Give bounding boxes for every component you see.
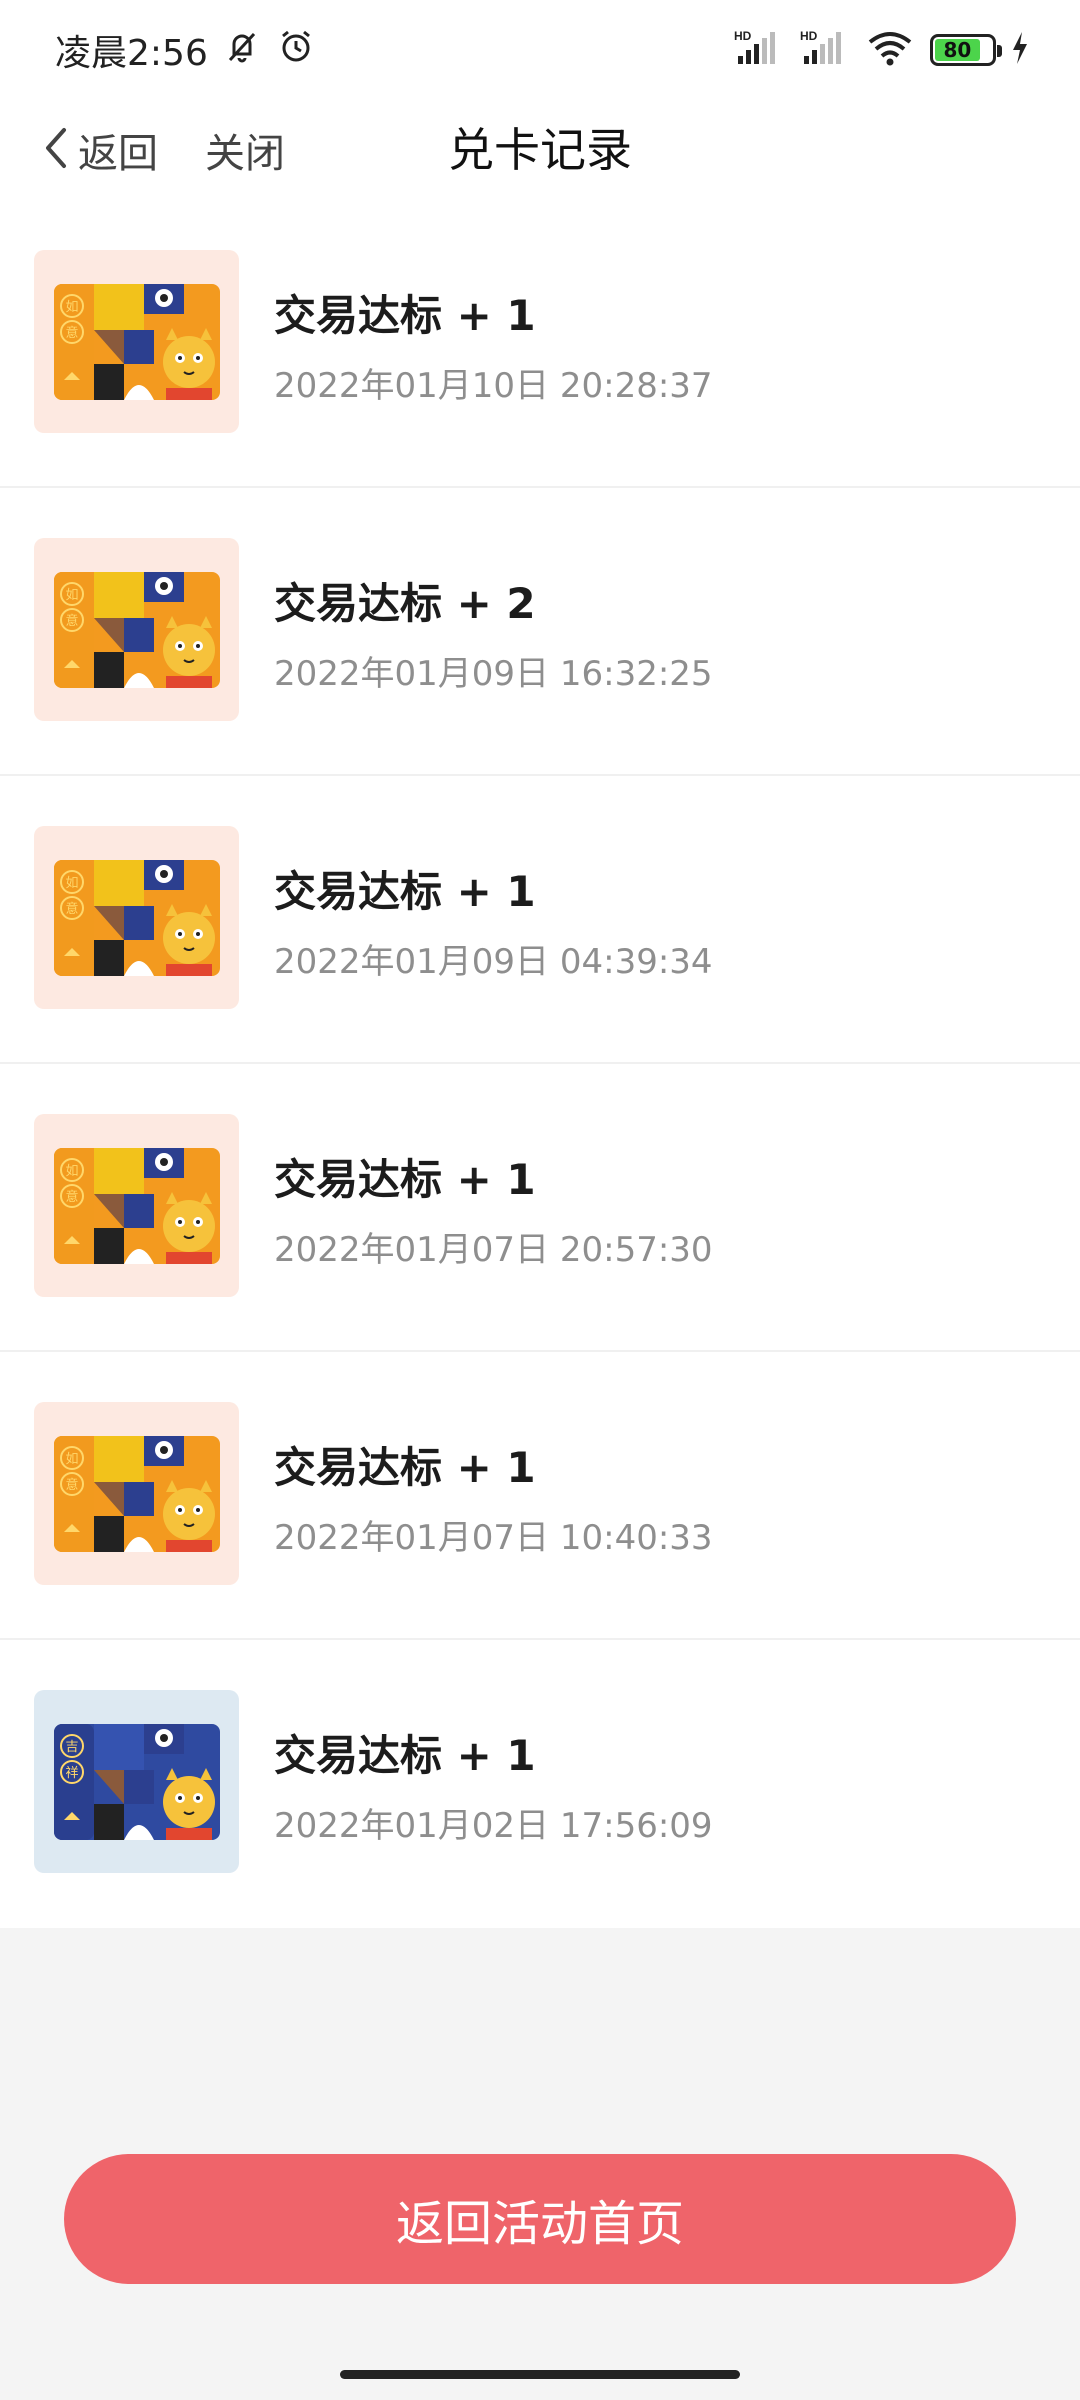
svg-text:意: 意 <box>65 1189 78 1205</box>
home-indicator <box>340 2370 740 2379</box>
svg-text:HD: HD <box>734 29 752 43</box>
status-bar: 凌晨2:56 HD HD 80 <box>0 0 1080 100</box>
record-time: 2022年01月02日 17:56:09 <box>274 1806 713 1846</box>
svg-text:意: 意 <box>65 325 78 341</box>
back-label: 返回 <box>78 131 158 177</box>
card-thumbnail: 如意 <box>34 1114 239 1297</box>
svg-text:如: 如 <box>65 875 78 891</box>
record-time: 2022年01月09日 04:39:34 <box>274 942 713 982</box>
page-title: 兑卡记录 <box>448 123 632 177</box>
svg-text:如: 如 <box>65 299 78 315</box>
chevron-left-icon <box>40 124 70 176</box>
svg-text:如: 如 <box>65 1451 78 1467</box>
mute-icon <box>222 26 262 75</box>
svg-text:意: 意 <box>65 1477 78 1493</box>
record-time: 2022年01月10日 20:28:37 <box>274 366 713 406</box>
svg-text:吉: 吉 <box>65 1740 78 1755</box>
record-item: 如意交易达标 + 1 2022年01月07日 20:57:30 <box>0 1064 1080 1352</box>
svg-text:祥: 祥 <box>65 1766 78 1781</box>
back-button[interactable]: 返回 <box>40 118 158 182</box>
svg-text:如: 如 <box>65 1163 78 1179</box>
record-title: 交易达标 + 1 <box>274 867 536 916</box>
signal-hd-icon: HD <box>800 28 852 72</box>
record-list: 如意交易达标 + 1 2022年01月10日 20:28:37 如意交易达标 + 2… <box>0 200 1080 1928</box>
record-item: 如意交易达标 + 1 2022年01月09日 04:39:34 <box>0 776 1080 1064</box>
svg-text:意: 意 <box>65 613 78 629</box>
card-thumbnail: 吉祥 <box>34 1690 239 1873</box>
card-thumbnail: 如意 <box>34 250 239 433</box>
record-title: 交易达标 + 1 <box>274 291 536 340</box>
charging-icon <box>1010 30 1030 70</box>
record-item: 如意交易达标 + 2 2022年01月09日 16:32:25 <box>0 488 1080 776</box>
alarm-icon <box>276 26 316 75</box>
record-item: 如意交易达标 + 1 2022年01月07日 10:40:33 <box>0 1352 1080 1640</box>
battery-icon: 80 <box>930 34 1002 66</box>
record-time: 2022年01月09日 16:32:25 <box>274 654 713 694</box>
record-item: 如意交易达标 + 1 2022年01月10日 20:28:37 <box>0 200 1080 488</box>
signal-hd-icon: HD <box>734 28 786 72</box>
record-title: 交易达标 + 1 <box>274 1155 536 1204</box>
back-to-home-button[interactable]: 返回活动首页 <box>64 2154 1016 2284</box>
record-title: 交易达标 + 2 <box>274 579 536 628</box>
nav-bar: 返回 关闭 兑卡记录 <box>0 100 1080 200</box>
card-thumbnail: 如意 <box>34 826 239 1009</box>
svg-text:意: 意 <box>65 901 78 917</box>
card-thumbnail: 如意 <box>34 538 239 721</box>
battery-level: 80 <box>935 38 980 62</box>
close-button[interactable]: 关闭 <box>205 118 285 182</box>
svg-text:HD: HD <box>800 29 818 43</box>
svg-text:如: 如 <box>65 587 78 603</box>
record-item: 吉祥交易达标 + 1 2022年01月02日 17:56:09 <box>0 1640 1080 1928</box>
status-time: 凌晨2:56 <box>55 33 208 74</box>
card-thumbnail: 如意 <box>34 1402 239 1585</box>
record-time: 2022年01月07日 10:40:33 <box>274 1518 713 1558</box>
record-title: 交易达标 + 1 <box>274 1731 536 1780</box>
record-time: 2022年01月07日 20:57:30 <box>274 1230 713 1270</box>
record-title: 交易达标 + 1 <box>274 1443 536 1492</box>
wifi-icon <box>866 28 916 72</box>
